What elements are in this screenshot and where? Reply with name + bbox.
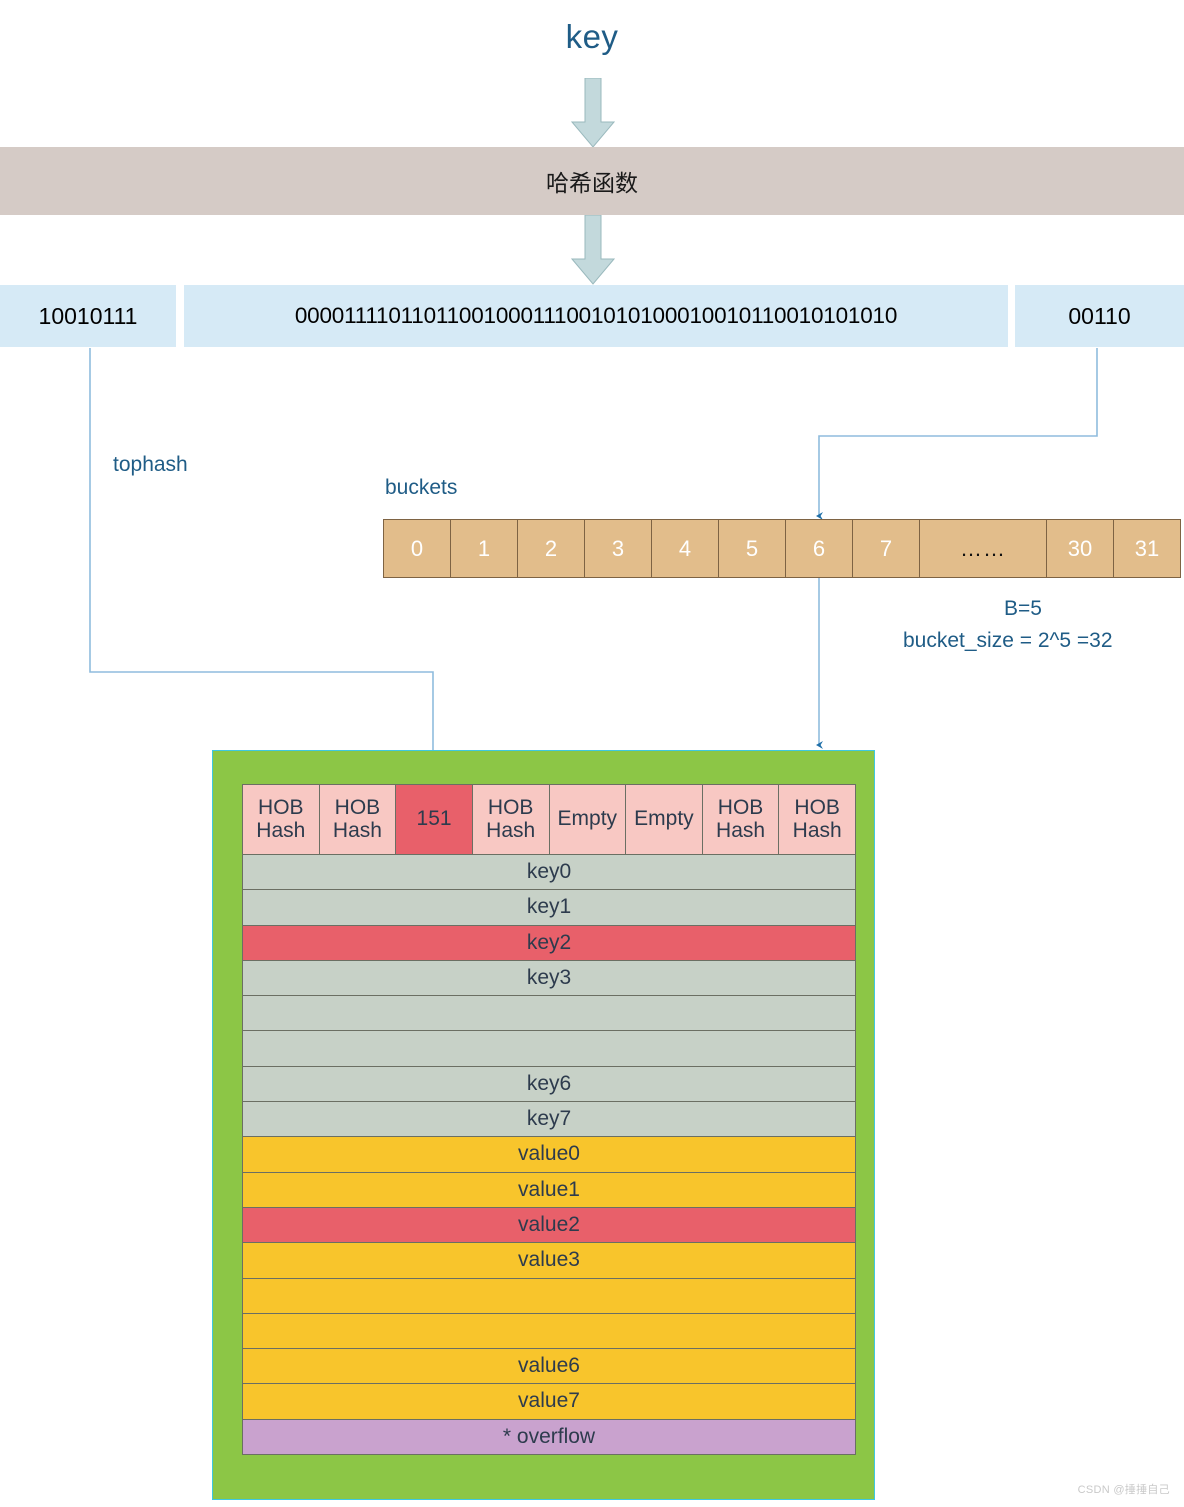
bucket-cell-1[interactable]: 1 xyxy=(450,519,518,578)
tophash-bits-text: 10010111 xyxy=(39,303,138,330)
value-row-selected[interactable]: value2 xyxy=(242,1207,856,1243)
tophash-cell-label: HOBHash xyxy=(486,797,535,841)
bucket-table: HOBHash HOBHash 151 HOBHash Empty Empty HOBHas… xyxy=(242,784,856,1455)
tophash-cell-label: HOBHash xyxy=(256,797,305,841)
low-bits-box: 00110 xyxy=(1015,285,1184,347)
low-bits-text: 00110 xyxy=(1068,303,1130,330)
hash-bits-row: 10010111 0000111101101100100011100101010… xyxy=(0,285,1184,347)
value-row[interactable]: value0 xyxy=(242,1136,856,1172)
page-title: key xyxy=(0,18,1184,56)
tophash-bits-box: 10010111 xyxy=(0,285,176,347)
key-row-selected[interactable]: key2 xyxy=(242,925,856,961)
bucket-cell-4[interactable]: 4 xyxy=(651,519,719,578)
b-value-label: B=5 xyxy=(1004,597,1042,621)
key-row[interactable]: key7 xyxy=(242,1101,856,1137)
bucket-cell-3[interactable]: 3 xyxy=(584,519,652,578)
tophash-cell[interactable]: HOBHash xyxy=(319,784,397,855)
value-row[interactable]: value1 xyxy=(242,1172,856,1208)
tophash-cell-label: Empty xyxy=(558,808,618,830)
bucket-cell-30[interactable]: 30 xyxy=(1046,519,1114,578)
tophash-cell-label: Empty xyxy=(634,808,694,830)
key-row[interactable]: key3 xyxy=(242,960,856,996)
bucket-cell-0[interactable]: 0 xyxy=(383,519,451,578)
key-row[interactable]: key1 xyxy=(242,889,856,925)
tophash-cell[interactable]: Empty xyxy=(625,784,703,855)
key-row[interactable] xyxy=(242,1030,856,1066)
bucket-size-label: bucket_size = 2^5 =32 xyxy=(903,629,1113,653)
value-rows: value0value1value2value3 value6value7 xyxy=(242,1136,856,1419)
value-row[interactable]: value6 xyxy=(242,1348,856,1384)
tophash-cell-label: HOBHash xyxy=(716,797,765,841)
value-row[interactable]: value7 xyxy=(242,1383,856,1419)
key-row[interactable] xyxy=(242,995,856,1031)
tophash-row: HOBHash HOBHash 151 HOBHash Empty Empty HOBHas… xyxy=(242,784,856,855)
tophash-label: tophash xyxy=(113,453,188,477)
value-row[interactable] xyxy=(242,1313,856,1349)
bucket-cell-6[interactable]: 6 xyxy=(785,519,853,578)
key-row[interactable]: key6 xyxy=(242,1066,856,1102)
buckets-strip: 01234567……3031 xyxy=(383,519,1181,578)
hash-function-label: 哈希函数 xyxy=(546,164,638,198)
block-arrow-key-to-hash xyxy=(571,78,615,148)
bucket-cell-7[interactable]: 7 xyxy=(852,519,920,578)
tophash-cell[interactable]: HOBHash xyxy=(242,784,320,855)
block-arrow-hash-to-bits xyxy=(571,215,615,285)
middle-bits-text: 0000111101101100100011100101010001001011… xyxy=(295,303,897,329)
overflow-row: * overflow xyxy=(242,1419,856,1455)
key-row[interactable]: key0 xyxy=(242,854,856,890)
watermark: CSDN @捶捶自己 xyxy=(1078,1481,1170,1497)
bucket-cell-ellipsis[interactable]: …… xyxy=(919,519,1047,578)
tophash-cell-selected[interactable]: 151 xyxy=(395,784,473,855)
bucket-structure: HOBHash HOBHash 151 HOBHash Empty Empty HOBHas… xyxy=(212,750,875,1500)
tophash-cell[interactable]: HOBHash xyxy=(778,784,856,855)
tophash-cell-label: HOBHash xyxy=(333,797,382,841)
value-row[interactable]: value3 xyxy=(242,1242,856,1278)
tophash-cell-label: HOBHash xyxy=(793,797,842,841)
middle-bits-box: 0000111101101100100011100101010001001011… xyxy=(184,285,1008,347)
tophash-cell[interactable]: Empty xyxy=(549,784,627,855)
tophash-cell[interactable]: HOBHash xyxy=(472,784,550,855)
value-row[interactable] xyxy=(242,1278,856,1314)
tophash-cell-label: 151 xyxy=(417,808,452,830)
bucket-cell-31[interactable]: 31 xyxy=(1113,519,1181,578)
bucket-cell-5[interactable]: 5 xyxy=(718,519,786,578)
diagram-canvas: key 哈希函数 10010111 0000111101101100100011… xyxy=(0,0,1184,1507)
bucket-cell-2[interactable]: 2 xyxy=(517,519,585,578)
hash-function-band: 哈希函数 xyxy=(0,147,1184,215)
key-rows: key0key1key2key3 key6key7 xyxy=(242,854,856,1137)
tophash-cell[interactable]: HOBHash xyxy=(702,784,780,855)
buckets-label: buckets xyxy=(385,476,457,500)
